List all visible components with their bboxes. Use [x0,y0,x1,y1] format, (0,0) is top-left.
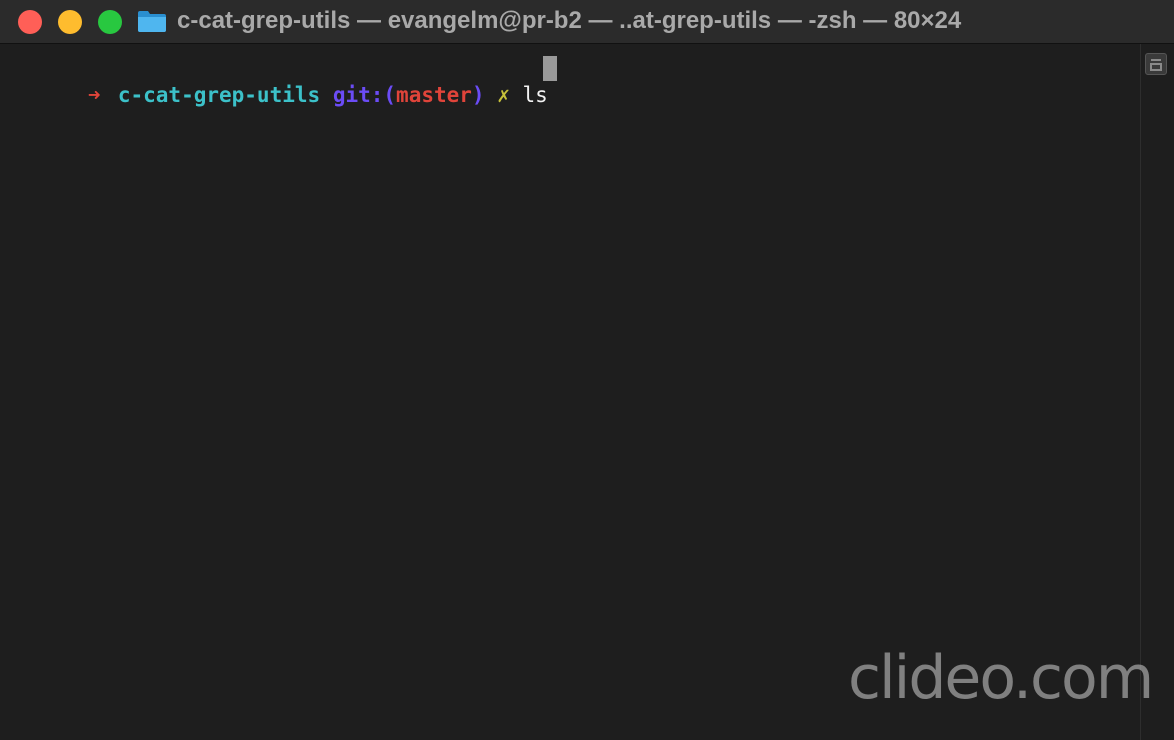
git-prefix: git: [332,83,384,107]
prompt-line: ➜ c-cat-grep-utils git:(master) ✗ ls [12,56,548,107]
close-button[interactable] [18,10,42,34]
scroll-gutter [1140,44,1174,740]
folder-icon [138,11,166,32]
text-cursor [543,56,557,81]
terminal-window: c-cat-grep-utils — evangelm@pr-b2 — ..at… [0,0,1174,740]
paren-close: ) [471,83,485,107]
title-bar[interactable]: c-cat-grep-utils — evangelm@pr-b2 — ..at… [0,0,1174,44]
git-branch: master [396,83,472,107]
paren-open: ( [383,83,397,107]
prompt-arrow: ➜ [87,83,101,107]
split-pane-button[interactable] [1145,53,1167,75]
minimize-button[interactable] [58,10,82,34]
command-text: ls [522,83,548,107]
window-title: c-cat-grep-utils — evangelm@pr-b2 — ..at… [177,7,962,34]
zoom-button[interactable] [98,10,122,34]
prompt-directory: c-cat-grep-utils [117,83,321,107]
dirty-marker: ✗ [497,83,510,107]
terminal-output[interactable]: ➜ c-cat-grep-utils git:(master) ✗ ls [0,44,1140,740]
watermark: clideo.com [848,643,1154,713]
